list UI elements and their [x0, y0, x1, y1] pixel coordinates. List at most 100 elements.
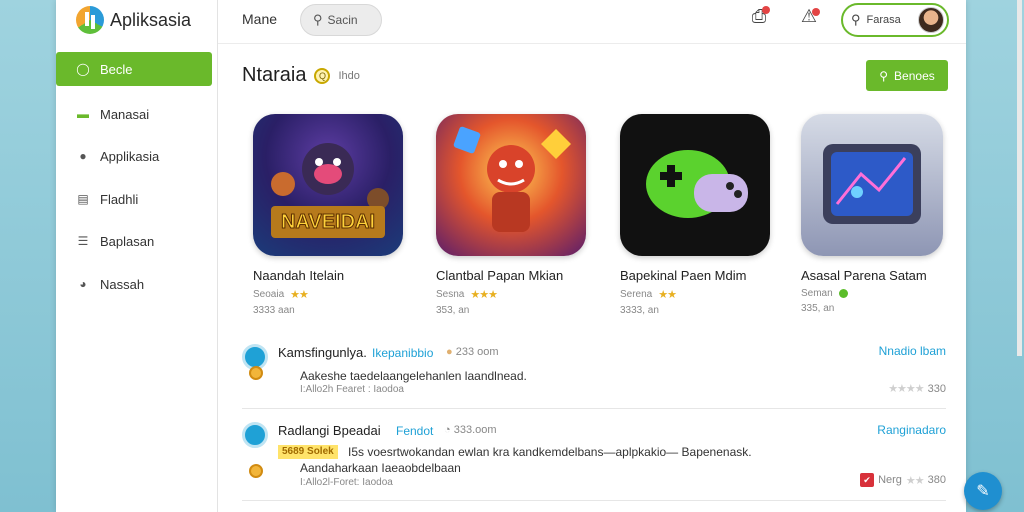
section-header: Ntaraia Q Ihdo [242, 64, 360, 87]
svg-text:NAVEIDAI: NAVEIDAI [281, 211, 375, 233]
app-card[interactable]: NAVEIDAI Naandah Itelain Seoaia ★★ 3333 … [253, 114, 403, 316]
app-category: Seman [801, 288, 833, 299]
sidebar-item-label: Manasai [100, 106, 150, 122]
review-item: Radlangi Bpeadai Fendot ◔ 333.oom 5689 S… [242, 418, 946, 502]
page-title: Mane [242, 11, 278, 27]
review-text-2: Aandaharkaan Iaeaobdelbaan [300, 461, 461, 475]
search-input[interactable]: ⚲ Sacin [300, 4, 382, 36]
review-item: Kamsfingunlya. Ikepanibbio ● 233 oom Aak… [242, 340, 946, 408]
app-card[interactable]: Bapekinal Paen Mdim Serena ★★ 3333, an [620, 114, 770, 316]
app-name: Asasal Parena Satam [801, 268, 927, 283]
highlight-badge: 5689 Solek [278, 445, 338, 459]
sidebar-item-label: Fladhli [100, 191, 139, 207]
app-name: Clantbal Papan Mkian [436, 268, 564, 283]
search-label: Sacin [327, 13, 358, 27]
rating-stars: ★★ [658, 289, 677, 301]
sidebar-item-apps[interactable]: ● Applikasia [56, 139, 212, 173]
background-left [0, 0, 56, 512]
top-bar: Mane ⚲ Sacin ⎙ ⚠ ⚲ Farasa [218, 0, 966, 44]
divider [242, 500, 946, 501]
chat-icon: ● [79, 149, 87, 163]
app-category: Seoaia [253, 289, 285, 300]
app-name: Naandah Itelain [253, 268, 345, 283]
divider [242, 408, 946, 409]
tablet-icon [823, 144, 921, 224]
pencil-icon: ✎ [976, 483, 990, 500]
review-sub: I:Allo2h Fearet : Iaodoa [300, 384, 404, 395]
app-name: Bapekinal Paen Mdim [620, 268, 747, 283]
list-icon: ☰ [77, 234, 89, 248]
sidebar-item-manage[interactable]: ▬ Manasai [56, 97, 212, 131]
sidebar-item-label: Applikasia [100, 148, 160, 164]
sidebar: Apliksasia ◯ Becle ▬ Manasai ● Applikasi… [56, 0, 218, 512]
section-subtitle: Ihdo [338, 69, 360, 82]
avatar [918, 7, 944, 33]
review-time: ◔ 333.oom [444, 424, 497, 436]
review-rating: ✔ Nerg ★★ 380 [860, 473, 946, 487]
review-link[interactable]: Ranginadaro [877, 423, 946, 437]
gamepad-icon [646, 150, 748, 218]
medal-icon [249, 366, 263, 384]
background-right [966, 0, 1024, 512]
app-category: Serena [620, 289, 653, 300]
gamepad-app-icon [620, 114, 770, 256]
user-label: Farasa [866, 14, 901, 26]
game-icon [436, 114, 586, 256]
report-icon[interactable]: ✔ [860, 473, 875, 487]
review-text: Aakeshe taedelaangelehanlen laandlnead. [300, 369, 527, 383]
review-rating: ★★★★ 330 [888, 382, 946, 396]
sidebar-item-label: Baplasan [100, 233, 155, 249]
reviewer-name: Radlangi Bpeadai [278, 423, 381, 438]
sidebar-item-info[interactable]: ◕ Nassah [56, 267, 212, 301]
search-icon: ⚲ [851, 12, 861, 27]
sidebar-item-home[interactable]: ◯ Becle [56, 52, 212, 86]
user-menu[interactable]: ⚲ Farasa [841, 3, 949, 37]
verified-icon [838, 289, 848, 298]
app-count: 353, an [436, 305, 470, 316]
search-icon: ⚲ [879, 68, 889, 83]
info-icon: ◕ [79, 277, 87, 291]
clock-icon: ◔ [444, 424, 451, 436]
rating-stars: ★★★ [470, 289, 498, 301]
notification-badge [762, 6, 770, 14]
app-count: 335, an [801, 303, 835, 314]
game-icon: NAVEIDAI [253, 114, 403, 256]
review-link[interactable]: Nnadio lbam [879, 344, 946, 358]
circle-icon: ◯ [76, 62, 90, 76]
app-card[interactable]: Asasal Parena Satam Seman 335, an [801, 114, 943, 314]
app-meta: Sesna ★★★ [436, 288, 586, 301]
clock-icon: ● [446, 346, 453, 358]
sidebar-item-label: Nassah [100, 276, 145, 292]
app-count: 3333, an [620, 305, 659, 316]
compose-button[interactable]: ✎ [964, 472, 1002, 510]
section-title: Ntaraia [242, 64, 307, 86]
logo-icon [76, 6, 104, 34]
tablet-app-icon [801, 114, 943, 256]
rating-stars: ★★ [290, 289, 309, 301]
medal-icon [249, 464, 263, 482]
search-icon: ⚲ [313, 12, 323, 27]
app-meta: Seoaia ★★ [253, 288, 403, 301]
scrollbar[interactable] [1017, 0, 1022, 356]
sidebar-item-label: Becle [100, 61, 133, 77]
primary-button-label: Benoes [894, 68, 935, 83]
sidebar-item-docs[interactable]: ▤ Fladhli [56, 182, 212, 216]
app-card[interactable]: Clantbal Papan Mkian Sesna ★★★ 353, an [436, 114, 586, 316]
reviewer-name: Kamsfingunlya. [278, 345, 367, 360]
app-title: Apliksasia [110, 9, 192, 30]
rating-stars: ★★ [905, 474, 925, 487]
app-logo[interactable]: Apliksasia [76, 6, 191, 34]
rating-stars: ★★★★ [888, 383, 924, 395]
review-text: I5s voesrtwokandan ewlan kra kandkemdelb… [348, 445, 752, 459]
app-meta: Serena ★★ [620, 288, 770, 301]
primary-button[interactable]: ⚲ Benoes [866, 60, 948, 91]
dragon-art-icon [453, 126, 571, 232]
app-window: Apliksasia ◯ Becle ▬ Manasai ● Applikasi… [56, 0, 966, 512]
avatar [242, 422, 268, 448]
reviewer-tag[interactable]: Fendot [396, 424, 433, 438]
document-icon: ▤ [77, 192, 89, 206]
monster-art-icon: NAVEIDAI [271, 143, 389, 238]
search-badge-icon: Q [314, 67, 331, 84]
sidebar-item-list[interactable]: ☰ Baplasan [56, 224, 212, 258]
reviewer-tag[interactable]: Ikepanibbio [372, 346, 433, 360]
